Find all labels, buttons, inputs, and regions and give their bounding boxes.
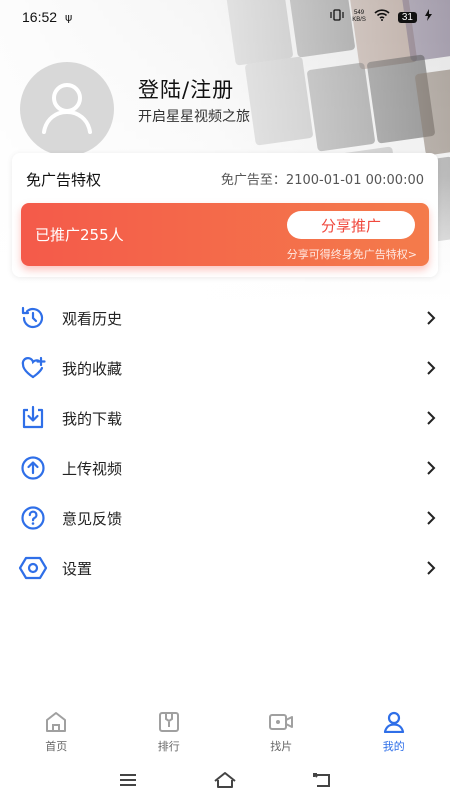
battery-level: 31 <box>397 11 417 23</box>
settings-icon <box>18 553 48 583</box>
net-speed: 549 KB/S <box>352 10 366 24</box>
status-time: 16:52 <box>22 9 58 25</box>
tab-label: 排行 <box>157 740 180 753</box>
home-icon <box>43 710 69 734</box>
promoted-count: 已推广255人 <box>35 226 124 244</box>
system-nav-bar <box>0 760 450 800</box>
tab-home[interactable]: 首页 <box>0 704 113 760</box>
chevron-right-icon <box>427 561 436 575</box>
ad-free-card: 免广告特权 免广告至：2100-01-01 00:00:00 已推广255人 分… <box>12 153 438 277</box>
menu-label: 设置 <box>62 559 93 578</box>
menu-label: 观看历史 <box>62 309 123 328</box>
chevron-right-icon <box>427 511 436 525</box>
default-avatar-icon <box>42 83 92 134</box>
chevron-right-icon <box>427 411 436 425</box>
promo-banner[interactable]: 已推广255人 分享推广 分享可得终身免广告特权> <box>21 203 429 266</box>
menu-list: 观看历史 我的收藏 我的下载 上传视频 意见反馈 设置 <box>0 293 450 593</box>
menu-item-downloads[interactable]: 我的下载 <box>0 393 450 443</box>
login-register-link[interactable]: 登陆/注册 <box>138 74 234 104</box>
upload-icon <box>18 453 48 483</box>
back-icon[interactable] <box>308 768 336 792</box>
net-speed-unit: KB/S <box>352 17 366 23</box>
promo-note-link[interactable]: 分享可得终身免广告特权> <box>287 246 417 262</box>
menu-label: 意见反馈 <box>62 509 123 528</box>
tab-ranking[interactable]: 排行 <box>113 704 226 760</box>
question-icon <box>18 503 48 533</box>
history-icon <box>18 303 48 333</box>
chevron-right-icon <box>427 461 436 475</box>
tab-find-video[interactable]: 找片 <box>225 704 338 760</box>
menu-item-history[interactable]: 观看历史 <box>0 293 450 343</box>
menu-label: 上传视频 <box>62 459 123 478</box>
menu-item-upload[interactable]: 上传视频 <box>0 443 450 493</box>
home-nav-icon[interactable] <box>211 768 239 792</box>
menu-icon[interactable] <box>114 768 142 792</box>
menu-label: 我的收藏 <box>62 359 123 378</box>
menu-item-settings[interactable]: 设置 <box>0 543 450 593</box>
chevron-right-icon <box>427 361 436 375</box>
tab-label: 我的 <box>382 740 405 753</box>
tab-label: 首页 <box>45 740 68 753</box>
avatar[interactable] <box>20 62 114 156</box>
charging-icon <box>425 9 432 25</box>
menu-label: 我的下载 <box>62 409 123 428</box>
menu-item-favorites[interactable]: 我的收藏 <box>0 343 450 393</box>
wifi-icon <box>374 9 390 25</box>
chevron-right-icon <box>427 311 436 325</box>
video-camera-icon <box>268 710 294 734</box>
tab-mine[interactable]: 我的 <box>338 704 450 760</box>
bottom-tab-bar: 首页 排行 找片 我的 <box>0 704 450 760</box>
download-icon <box>18 403 48 433</box>
ranking-icon <box>156 710 182 734</box>
profile-subtitle: 开启星星视频之旅 <box>138 109 250 125</box>
user-icon <box>381 710 407 734</box>
ad-free-title: 免广告特权 <box>26 171 102 189</box>
share-promote-button[interactable]: 分享推广 <box>287 211 415 239</box>
heart-plus-icon <box>18 353 48 383</box>
vibrate-icon <box>330 9 344 25</box>
menu-item-feedback[interactable]: 意见反馈 <box>0 493 450 543</box>
net-speed-value: 549 <box>354 10 365 16</box>
tab-label: 找片 <box>270 740 293 753</box>
status-right: 549 KB/S 31 <box>330 9 432 25</box>
usb-icon: ψ <box>65 10 73 24</box>
ad-free-expire: 免广告至：2100-01-01 00:00:00 <box>220 173 424 188</box>
status-bar: 16:52 ψ 549 KB/S 31 <box>0 0 450 34</box>
